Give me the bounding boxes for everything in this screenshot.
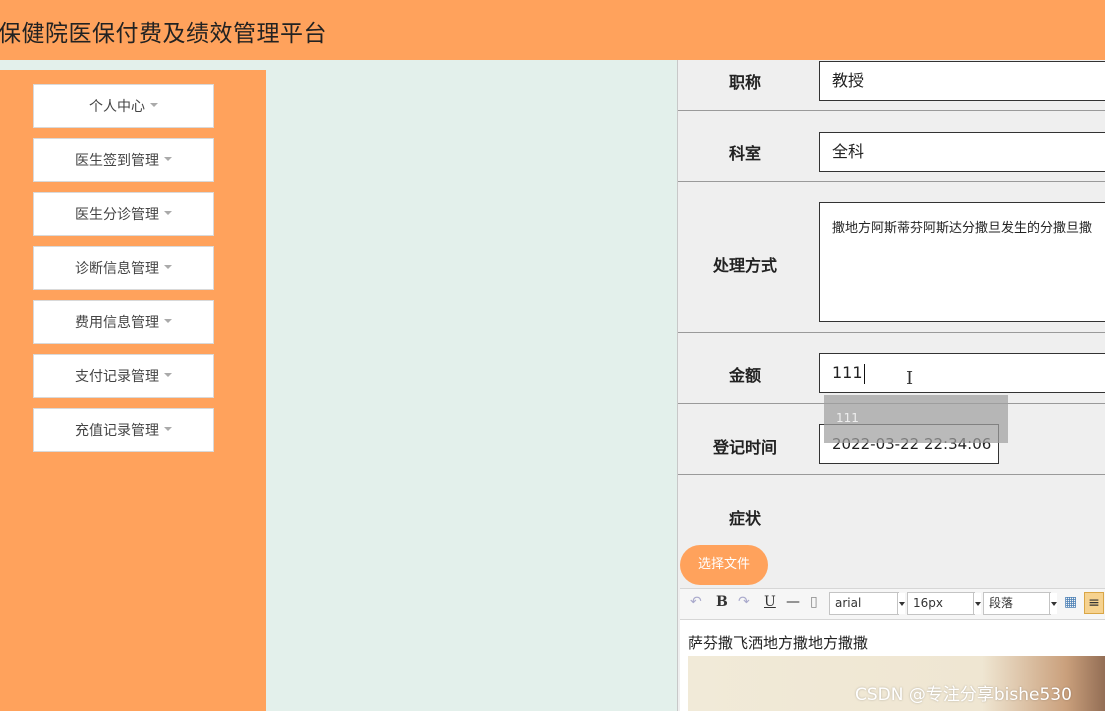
table-icon[interactable]: ▦ [1064,594,1077,610]
paragraph-value: 段落 [989,596,1014,610]
caret-down-icon [164,319,172,323]
caret-down-icon [164,211,172,215]
register-time-label: 登记时间 [712,438,777,457]
sidebar-item-doctor-triage[interactable]: 医生分诊管理 [33,192,214,236]
sidebar-item-label: 充值记录管理 [75,423,159,439]
treatment-label: 处理方式 [712,256,777,275]
sidebar-item-label: 支付记录管理 [75,369,159,385]
sidebar-item-label: 医生签到管理 [75,153,159,169]
sidebar-item-doctor-checkin[interactable]: 医生签到管理 [33,138,214,182]
align-left-icon[interactable]: ≡ [1084,592,1104,614]
caret-down-icon [164,265,172,269]
font-size-value: 16px [913,596,943,610]
app-title: 保健院医保付费及绩效管理平台 [0,21,327,47]
sidebar-item-personal-center[interactable]: 个人中心 [33,84,214,128]
font-family-select[interactable]: arial [829,592,905,615]
edit-form: 职称 教授 科室 全科 处理方式 撒地方阿斯蒂芬阿斯达分撒旦发生的分撒旦撒 金额… [677,60,1105,711]
horizontal-rule-icon[interactable]: — [786,594,800,610]
paragraph-select[interactable]: 段落 [983,592,1057,615]
title-label: 职称 [728,73,761,92]
app-header: 保健院医保付费及绩效管理平台 [0,0,1105,60]
amount-field[interactable]: 111 [819,353,1105,393]
document-icon[interactable]: ▯ [810,594,818,610]
underline-icon[interactable]: U [764,594,776,610]
sidebar-item-label: 诊断信息管理 [75,261,159,277]
dropdown-arrow-icon [897,593,905,614]
sidebar-item-label: 个人中心 [89,99,145,115]
department-label: 科室 [728,144,761,163]
row-divider [678,181,1105,182]
treatment-textarea[interactable]: 撒地方阿斯蒂芬阿斯达分撒旦发生的分撒旦撒 [819,202,1105,322]
autocomplete-dropdown[interactable]: 111 [824,395,1008,443]
sidebar-item-label: 费用信息管理 [75,315,159,331]
watermark: CSDN @专注分享bishe530 [855,685,1072,705]
row-divider [678,332,1105,333]
choose-file-button[interactable]: 选择文件 [680,545,768,585]
sidebar-item-fee-info[interactable]: 费用信息管理 [33,300,214,344]
sidebar-item-payment-records[interactable]: 支付记录管理 [33,354,214,398]
title-field[interactable]: 教授 [819,61,1105,101]
caret-down-icon [164,373,172,377]
sidebar-item-label: 医生分诊管理 [75,207,159,223]
editor-content: 萨芬撒飞洒地方撒地方撒撒 [688,634,869,652]
caret-down-icon [150,103,158,107]
department-field[interactable]: 全科 [819,132,1105,172]
row-divider [678,474,1105,475]
text-cursor [863,363,865,384]
font-size-select[interactable]: 16px [907,592,981,615]
amount-label: 金额 [728,366,761,385]
symptom-label: 症状 [728,509,761,528]
row-divider [678,110,1105,111]
sidebar-item-recharge-records[interactable]: 充值记录管理 [33,408,214,452]
sidebar: 个人中心 医生签到管理 医生分诊管理 诊断信息管理 费用信息管理 支付记录管理 … [0,70,266,711]
bold-icon[interactable]: B [716,594,728,610]
amount-value: 111 [832,363,863,382]
caret-down-icon [164,427,172,431]
font-family-value: arial [835,596,862,610]
undo-icon[interactable]: ↶ [690,594,702,610]
editor-toolbar: ↶ B ↷ U — ▯ arial 16px 段落 ▦ ≡ [680,588,1105,620]
dropdown-arrow-icon [973,593,981,614]
caret-down-icon [164,157,172,161]
ibeam-cursor-icon: I [906,368,914,389]
autocomplete-option[interactable]: 111 [836,411,859,425]
sidebar-item-diagnosis-info[interactable]: 诊断信息管理 [33,246,214,290]
dropdown-arrow-icon [1049,593,1057,614]
redo-icon[interactable]: ↷ [738,594,750,610]
